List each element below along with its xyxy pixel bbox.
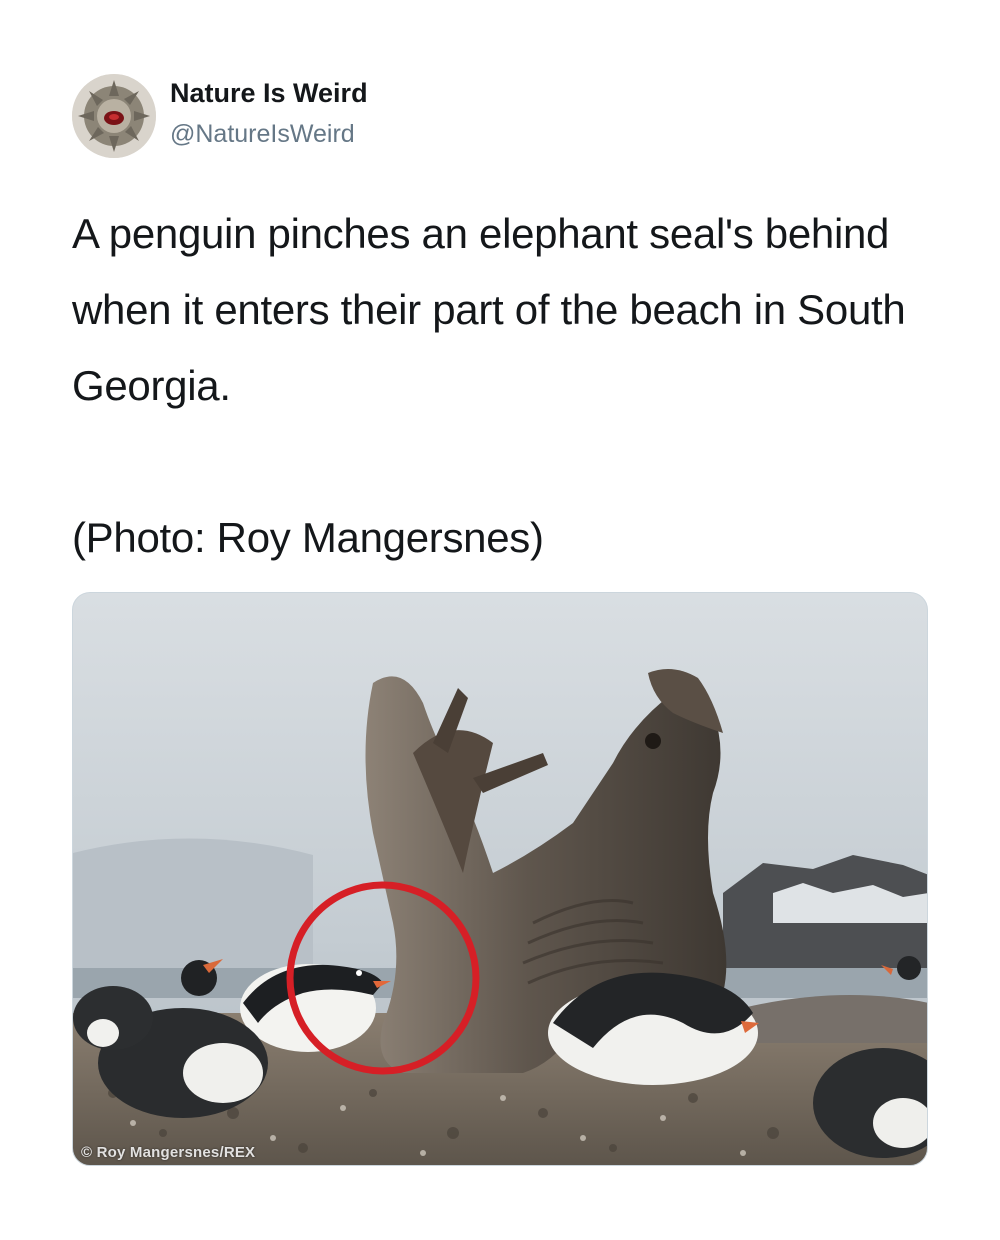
display-name[interactable]: Nature Is Weird [170, 77, 368, 109]
photo-watermark: © Roy Mangersnes/REX [81, 1144, 256, 1161]
tweet-header: Nature Is Weird @NatureIsWeird [72, 72, 368, 160]
tweet-text-paragraph: A penguin pinches an elephant seal's beh… [72, 210, 906, 409]
user-info: Nature Is Weird @NatureIsWeird [170, 78, 368, 149]
penguin [73, 986, 153, 1050]
tweet-photo[interactable]: © Roy Mangersnes/REX [72, 592, 928, 1166]
tweet-text: A penguin pinches an elephant seal's beh… [72, 196, 932, 576]
user-handle[interactable]: @NatureIsWeird [170, 119, 368, 149]
avatar-image [72, 74, 156, 158]
avatar[interactable] [72, 74, 156, 158]
tweet-text-paragraph: (Photo: Roy Mangersnes) [72, 514, 544, 561]
seal-penguin-photo [73, 593, 927, 1165]
